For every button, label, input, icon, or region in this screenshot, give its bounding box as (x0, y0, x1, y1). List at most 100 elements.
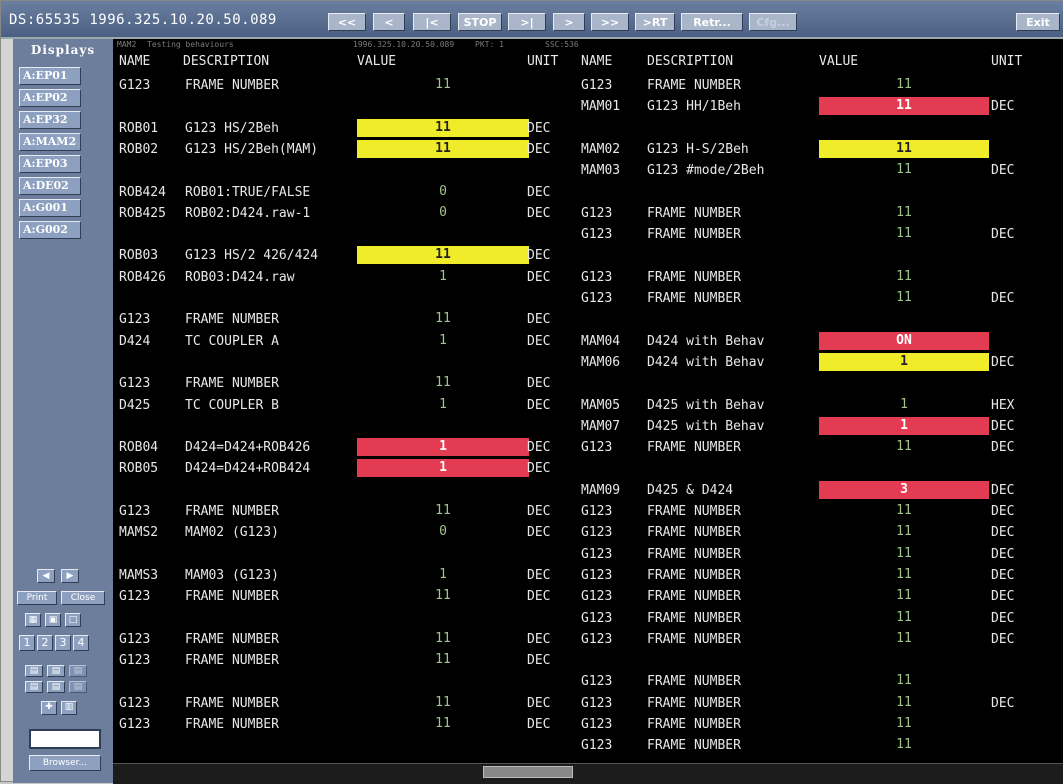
forward-fast-button[interactable]: >> (591, 13, 629, 31)
grid-layout-button[interactable]: ▦ (25, 613, 41, 627)
mode-icon: ▤ (73, 666, 83, 676)
param-value: 11 (896, 630, 912, 646)
mode-button-d[interactable]: ▤ (25, 681, 43, 693)
param-value: 1 (439, 396, 447, 412)
param-name: G123 (581, 269, 613, 285)
command-input[interactable] (29, 729, 101, 749)
arrow-right-icon: ▶ (66, 571, 74, 581)
param-value: 11 (896, 503, 912, 518)
param-description: FRAME NUMBER (647, 525, 741, 541)
rewind-fast-button[interactable]: << (328, 13, 366, 31)
param-name: G123 (581, 546, 613, 562)
param-name: MAM02 (581, 141, 621, 157)
right-description-header: DESCRIPTION (647, 54, 734, 69)
mode-button-b[interactable]: ▤ (47, 665, 65, 677)
horizontal-scrollbar[interactable] (113, 763, 1063, 784)
tool-button-b[interactable]: ▥ (61, 701, 77, 715)
param-description: G123 HS/2Beh (185, 120, 279, 136)
display-button-ep02[interactable]: A:EP02 (19, 89, 81, 107)
table-row: MAM04 D424 with Behav ON (581, 331, 1051, 353)
display-button-g002[interactable]: A:G002 (19, 221, 81, 239)
param-unit: DEC (527, 141, 551, 157)
exit-button[interactable]: Exit (1016, 13, 1060, 31)
param-value: 11 (435, 503, 451, 518)
table-row: G123 FRAME NUMBER 11 DEC (581, 288, 1051, 310)
param-description: FRAME NUMBER (185, 78, 279, 93)
param-name: G123 (581, 717, 613, 732)
param-value: 11 (896, 609, 912, 625)
table-row: MAM05 D425 with Behav 1 HEX (581, 395, 1051, 417)
browser-button[interactable]: Browser... (29, 755, 101, 771)
print-button[interactable]: Print (17, 591, 57, 605)
param-unit: DEC (527, 653, 551, 669)
scroll-right-button[interactable]: ▶ (61, 569, 79, 583)
display-button-ep03[interactable]: A:EP03 (19, 155, 81, 173)
param-name: G123 (581, 504, 613, 519)
param-value: 1 (439, 566, 447, 582)
param-unit: DEC (991, 546, 1015, 562)
param-name: ROB425 (119, 205, 166, 221)
param-description: FRAME NUMBER (647, 504, 741, 519)
close-button[interactable]: Close (61, 591, 105, 605)
param-value: 11 (435, 630, 451, 646)
param-description: FRAME NUMBER (647, 738, 741, 754)
display-page-id: MAM2 (117, 40, 137, 49)
param-description: FRAME NUMBER (647, 695, 741, 711)
display-button-de02[interactable]: A:DE02 (19, 177, 81, 195)
param-unit: DEC (527, 461, 551, 477)
table-row: G123 FRAME NUMBER 11 DEC (581, 437, 1051, 459)
quad-layout-button[interactable]: ▣ (45, 613, 61, 627)
param-value: 11 (896, 694, 912, 710)
param-name: G123 (581, 291, 613, 306)
param-description: G123 HS/2 426/424 (185, 248, 319, 264)
left-description-header: DESCRIPTION (183, 54, 270, 69)
mode-button-f[interactable]: ▤ (69, 681, 87, 693)
step-back-button[interactable]: < (373, 13, 405, 31)
param-name: G123 (581, 695, 613, 711)
page-1-button[interactable]: 1 (19, 635, 35, 651)
displays-title: Displays (30, 43, 96, 57)
display-button-mam2[interactable]: A:MAM2 (19, 133, 81, 151)
table-row: G123 FRAME NUMBER 11 DEC (581, 224, 1051, 246)
scroll-left-button[interactable]: ◀ (37, 569, 55, 583)
mode-button-c[interactable]: ▤ (69, 665, 87, 677)
page-2-button[interactable]: 2 (37, 635, 53, 651)
single-layout-button[interactable]: □ (65, 613, 81, 627)
display-button-ep32[interactable]: A:EP32 (19, 111, 81, 129)
mode-button-a[interactable]: ▤ (25, 665, 43, 677)
table-row: ROB05 D424=D424+ROB424 1 DEC (119, 458, 589, 480)
tool-icon: ▥ (64, 702, 74, 712)
param-value: 1 (357, 459, 529, 478)
table-row: G123 FRAME NUMBER 11 (581, 267, 1051, 289)
param-unit: HEX (991, 397, 1015, 413)
param-value: 11 (896, 588, 912, 604)
param-unit: DEC (527, 440, 551, 456)
page-3-button[interactable]: 3 (55, 635, 71, 651)
tool-button-a[interactable]: ✚ (41, 701, 57, 715)
page-4-button[interactable]: 4 (73, 635, 89, 651)
param-name: G123 (581, 738, 613, 754)
display-button-ep01[interactable]: A:EP01 (19, 67, 81, 85)
param-name: ROB424 (119, 184, 166, 200)
param-unit: DEC (991, 695, 1015, 711)
step-forward-button[interactable]: > (553, 13, 585, 31)
tool-icon: ✚ (45, 702, 53, 712)
go-start-button[interactable]: |< (413, 13, 451, 31)
packet-counter: PKT: 1 (475, 40, 504, 49)
config-button[interactable]: Cfg... (749, 13, 797, 31)
param-name: MAM01 (581, 99, 621, 115)
retrieve-button[interactable]: Retr... (681, 13, 743, 31)
stop-button[interactable]: STOP (458, 13, 502, 31)
table-row: G123 FRAME NUMBER 11 DEC (581, 501, 1051, 523)
param-unit: DEC (991, 589, 1015, 605)
param-description: FRAME NUMBER (647, 269, 741, 285)
go-end-button[interactable]: >| (508, 13, 546, 31)
scrollbar-thumb[interactable] (483, 766, 573, 778)
table-row: D424 TC COUPLER A 1 DEC (119, 331, 589, 353)
mode-button-e[interactable]: ▤ (47, 681, 65, 693)
display-button-g001[interactable]: A:G001 (19, 199, 81, 217)
table-row: MAM09 D425 & D424 3 DEC (581, 480, 1051, 502)
realtime-button[interactable]: >RT (635, 13, 675, 31)
param-value: 11 (896, 77, 912, 92)
param-value: 11 (896, 737, 912, 753)
